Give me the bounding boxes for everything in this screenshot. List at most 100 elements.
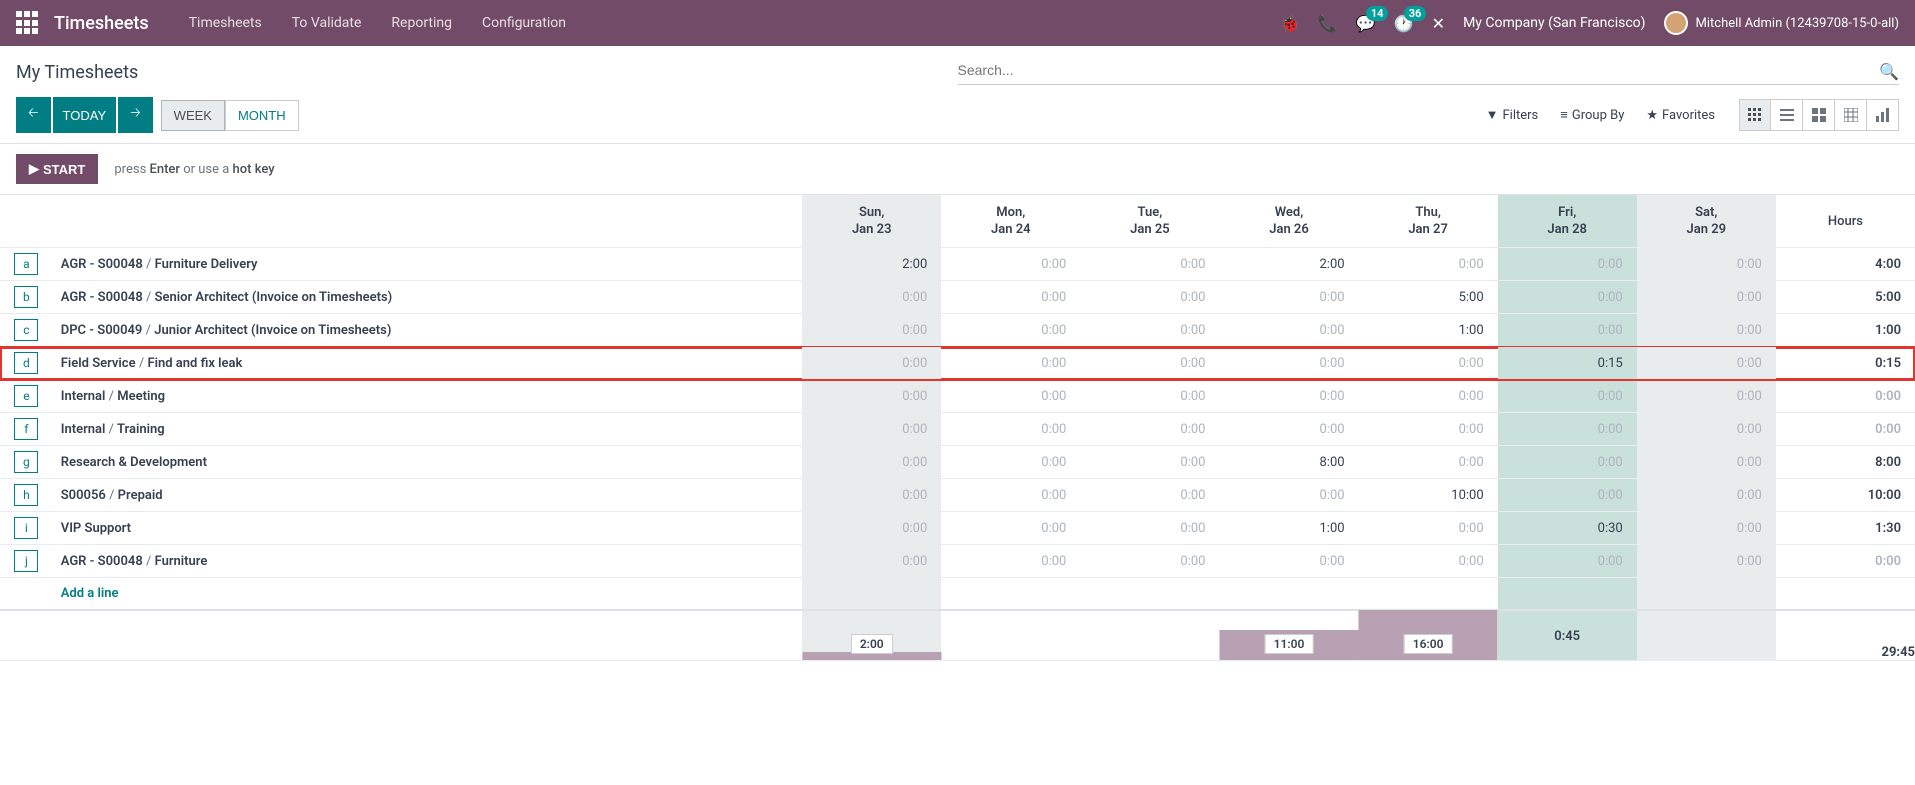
time-cell[interactable]: 5:00	[1359, 281, 1498, 314]
apps-icon[interactable]	[16, 11, 40, 35]
row-hotkey[interactable]: i	[14, 517, 38, 539]
phone-icon[interactable]: 📞	[1318, 14, 1338, 33]
time-cell[interactable]: 0:00	[1359, 380, 1498, 413]
scale-week[interactable]: WEEK	[161, 100, 225, 131]
time-cell[interactable]: 0:00	[1080, 380, 1219, 413]
time-cell[interactable]: 0:00	[802, 446, 941, 479]
time-cell[interactable]: 1:00	[1219, 512, 1358, 545]
time-cell[interactable]: 1:00	[1359, 314, 1498, 347]
time-cell[interactable]: 10:00	[1359, 479, 1498, 512]
time-cell[interactable]: 0:00	[941, 446, 1080, 479]
menu-to-validate[interactable]: To Validate	[292, 15, 362, 31]
row-name[interactable]: AGR - S00048 / Senior Architect (Invoice…	[53, 281, 802, 314]
row-hotkey[interactable]: h	[14, 484, 38, 506]
time-cell[interactable]: 0:00	[802, 413, 941, 446]
time-cell[interactable]: 0:00	[1637, 446, 1776, 479]
time-cell[interactable]: 0:00	[1498, 380, 1637, 413]
time-cell[interactable]: 0:00	[941, 347, 1080, 380]
time-cell[interactable]: 0:00	[1359, 347, 1498, 380]
time-cell[interactable]: 0:00	[1219, 314, 1358, 347]
time-cell[interactable]: 0:00	[941, 545, 1080, 578]
time-cell[interactable]: 0:00	[1359, 446, 1498, 479]
time-cell[interactable]: 0:00	[1080, 545, 1219, 578]
time-cell[interactable]: 0:00	[1498, 314, 1637, 347]
groupby-button[interactable]: ≡Group By	[1560, 107, 1624, 123]
time-cell[interactable]: 0:00	[1637, 413, 1776, 446]
row-hotkey[interactable]: b	[14, 286, 38, 308]
time-cell[interactable]: 0:00	[802, 347, 941, 380]
menu-configuration[interactable]: Configuration	[482, 15, 566, 31]
time-cell[interactable]: 0:00	[1080, 413, 1219, 446]
row-hotkey[interactable]: g	[14, 451, 38, 473]
time-cell[interactable]: 0:00	[802, 545, 941, 578]
time-cell[interactable]: 0:00	[1219, 413, 1358, 446]
search-input[interactable]	[958, 56, 1900, 84]
row-hotkey[interactable]: e	[14, 385, 38, 407]
row-hotkey[interactable]: j	[14, 550, 38, 572]
add-line[interactable]: Add a line	[53, 578, 802, 611]
time-cell[interactable]: 0:00	[941, 413, 1080, 446]
time-cell[interactable]: 0:00	[1637, 281, 1776, 314]
menu-timesheets[interactable]: Timesheets	[189, 15, 262, 31]
time-cell[interactable]: 0:00	[1637, 512, 1776, 545]
time-cell[interactable]: 0:00	[1498, 446, 1637, 479]
time-cell[interactable]: 0:00	[941, 512, 1080, 545]
time-cell[interactable]: 0:00	[1637, 248, 1776, 281]
time-cell[interactable]: 0:00	[1080, 446, 1219, 479]
row-name[interactable]: AGR - S00048 / Furniture	[53, 545, 802, 578]
row-name[interactable]: DPC - S00049 / Junior Architect (Invoice…	[53, 314, 802, 347]
time-cell[interactable]: 8:00	[1219, 446, 1358, 479]
time-cell[interactable]: 0:30	[1498, 512, 1637, 545]
time-cell[interactable]: 0:00	[802, 281, 941, 314]
scale-month[interactable]: MONTH	[225, 100, 299, 131]
time-cell[interactable]: 0:00	[802, 512, 941, 545]
time-cell[interactable]: 0:00	[1359, 413, 1498, 446]
time-cell[interactable]: 0:00	[1498, 281, 1637, 314]
time-cell[interactable]: 0:00	[1359, 512, 1498, 545]
time-cell[interactable]: 0:00	[1498, 545, 1637, 578]
row-name[interactable]: S00056 / Prepaid	[53, 479, 802, 512]
bug-icon[interactable]: 🐞	[1280, 14, 1300, 33]
view-pivot[interactable]	[1835, 99, 1867, 131]
time-cell[interactable]: 0:00	[1637, 380, 1776, 413]
time-cell[interactable]: 0:15	[1498, 347, 1637, 380]
view-list[interactable]	[1771, 99, 1803, 131]
time-cell[interactable]: 0:00	[802, 479, 941, 512]
start-button[interactable]: ▶START	[16, 154, 98, 184]
company-switcher[interactable]: My Company (San Francisco)	[1463, 15, 1645, 31]
view-kanban[interactable]	[1803, 99, 1835, 131]
search-icon[interactable]: 🔍	[1879, 62, 1899, 81]
wrench-icon[interactable]: ✕	[1432, 14, 1445, 33]
time-cell[interactable]: 0:00	[1080, 347, 1219, 380]
user-menu[interactable]: Mitchell Admin (12439708-15-0-all)	[1664, 11, 1899, 35]
brand[interactable]: Timesheets	[54, 13, 149, 34]
row-name[interactable]: Research & Development	[53, 446, 802, 479]
time-cell[interactable]: 0:00	[1498, 479, 1637, 512]
time-cell[interactable]: 0:00	[1219, 281, 1358, 314]
view-grid[interactable]	[1739, 99, 1771, 131]
time-cell[interactable]: 0:00	[1080, 281, 1219, 314]
time-cell[interactable]: 0:00	[802, 314, 941, 347]
row-name[interactable]: VIP Support	[53, 512, 802, 545]
time-cell[interactable]: 0:00	[941, 281, 1080, 314]
time-cell[interactable]: 0:00	[941, 248, 1080, 281]
time-cell[interactable]: 0:00	[1080, 512, 1219, 545]
time-cell[interactable]: 0:00	[941, 380, 1080, 413]
row-name[interactable]: Internal / Meeting	[53, 380, 802, 413]
view-graph[interactable]	[1867, 99, 1899, 131]
row-name[interactable]: Internal / Training	[53, 413, 802, 446]
time-cell[interactable]: 0:00	[1498, 413, 1637, 446]
time-cell[interactable]: 0:00	[1219, 380, 1358, 413]
today-button[interactable]: TODAY	[53, 97, 117, 133]
time-cell[interactable]: 0:00	[1637, 314, 1776, 347]
time-cell[interactable]: 0:00	[802, 380, 941, 413]
next-button[interactable]: 🡢	[118, 97, 153, 133]
prev-button[interactable]: 🡠	[16, 97, 51, 133]
row-hotkey[interactable]: f	[14, 418, 38, 440]
time-cell[interactable]: 0:00	[1359, 545, 1498, 578]
time-cell[interactable]: 0:00	[1219, 347, 1358, 380]
time-cell[interactable]: 0:00	[1637, 545, 1776, 578]
filters-button[interactable]: ▼Filters	[1486, 107, 1539, 123]
menu-reporting[interactable]: Reporting	[391, 15, 452, 31]
time-cell[interactable]: 0:00	[1359, 248, 1498, 281]
